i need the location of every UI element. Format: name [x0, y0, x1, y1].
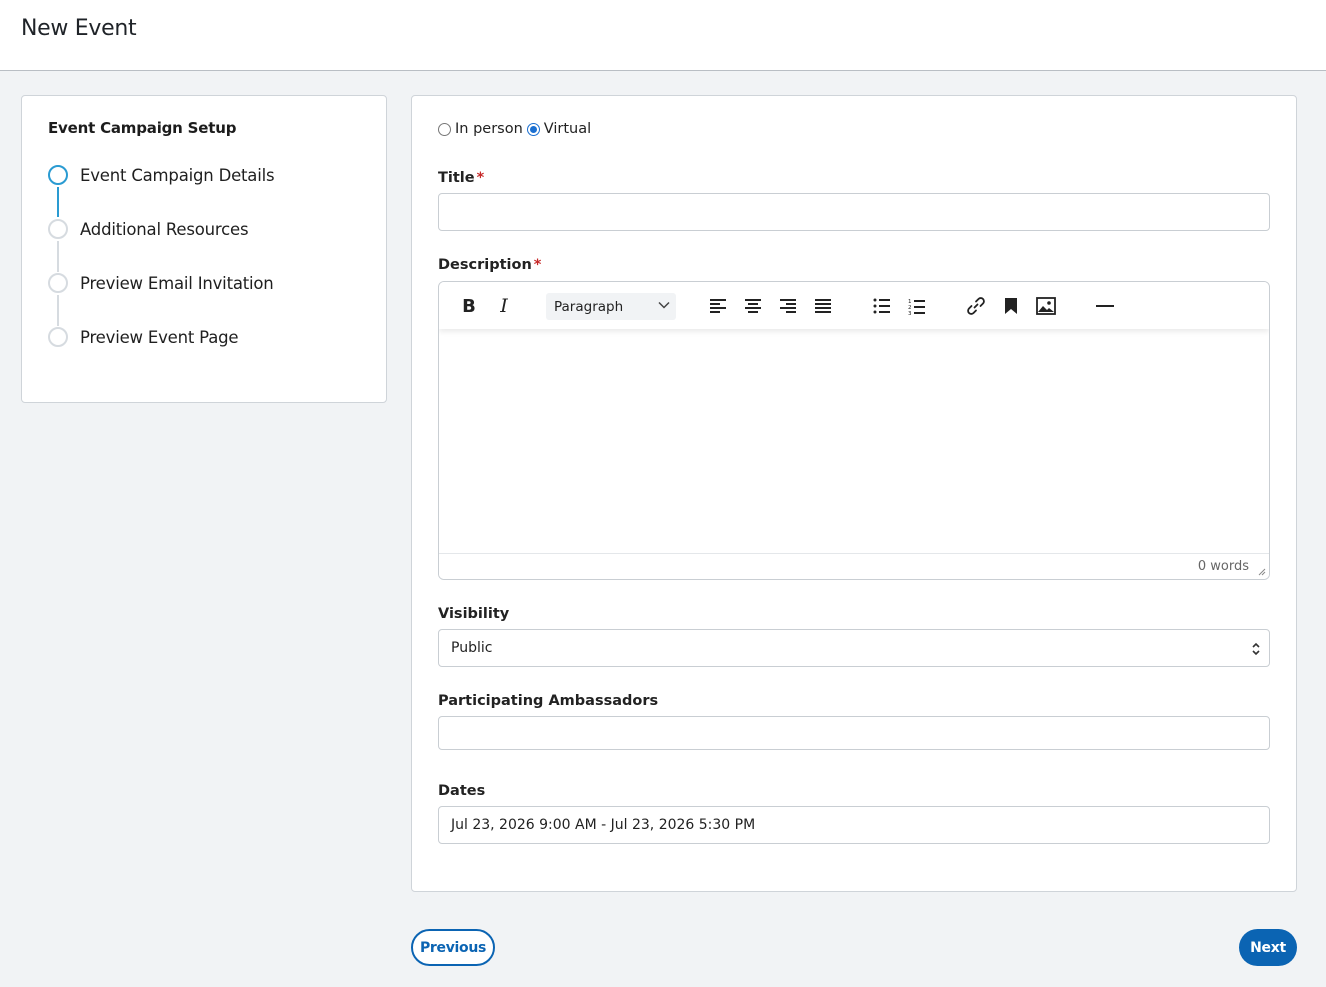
resize-handle-icon[interactable]	[1256, 566, 1266, 576]
bullet-list-icon	[873, 298, 890, 314]
steps-panel: Event Campaign Setup Event Campaign Deta…	[21, 95, 387, 403]
description-label: Description *	[438, 257, 541, 273]
align-right-button[interactable]	[776, 294, 800, 318]
align-center-button[interactable]	[741, 294, 765, 318]
event-type-radio-group: In person Virtual	[438, 121, 595, 137]
italic-button[interactable]: I	[492, 294, 516, 318]
step-indicator-icon	[48, 273, 68, 293]
top-bar: New Event	[0, 0, 1326, 71]
horizontal-rule-icon	[1096, 305, 1114, 307]
word-count: 0 words	[1197, 559, 1249, 574]
step-label: Event Campaign Details	[80, 165, 275, 185]
step-label: Additional Resources	[80, 219, 249, 239]
editor-toolbar: B I Paragraph 1 2 3	[439, 282, 1269, 329]
block-format-value: Paragraph	[554, 298, 624, 315]
step-event-campaign-details[interactable]: Event Campaign Details	[48, 164, 275, 186]
step-connector	[57, 187, 59, 217]
dates-input[interactable]: Jul 23, 2026 9:00 AM - Jul 23, 2026 5:30…	[438, 806, 1270, 844]
italic-icon: I	[500, 295, 508, 317]
editor-statusbar: 0 words	[439, 553, 1269, 579]
step-connector	[57, 241, 59, 272]
bold-icon: B	[462, 295, 476, 317]
step-indicator-icon	[48, 327, 68, 347]
block-format-select[interactable]: Paragraph	[546, 293, 676, 320]
align-left-button[interactable]	[706, 294, 730, 318]
required-mark: *	[476, 170, 485, 186]
image-button[interactable]	[1034, 294, 1058, 318]
description-editor: B I Paragraph 1 2 3 0 words	[438, 281, 1270, 580]
bookmark-icon	[1005, 298, 1017, 314]
align-justify-icon	[815, 299, 831, 313]
ambassadors-label: Participating Ambassadors	[438, 693, 659, 709]
virtual-radio[interactable]	[526, 122, 540, 136]
bookmark-button[interactable]	[999, 294, 1023, 318]
align-center-icon	[745, 299, 761, 313]
visibility-label: Visibility	[438, 606, 510, 622]
required-mark: *	[533, 257, 542, 273]
image-icon	[1036, 297, 1056, 315]
description-label-text: Description	[438, 257, 532, 273]
step-label: Preview Email Invitation	[80, 273, 274, 293]
chevron-down-icon	[658, 301, 670, 309]
visibility-select[interactable]: Public	[438, 629, 1270, 667]
in-person-label[interactable]: In person	[455, 121, 523, 137]
ambassadors-input[interactable]	[438, 716, 1270, 750]
step-connector	[57, 295, 59, 326]
step-preview-email-invitation[interactable]: Preview Email Invitation	[48, 272, 274, 294]
title-input[interactable]	[438, 193, 1270, 231]
description-editor-body[interactable]	[439, 329, 1269, 553]
step-label: Preview Event Page	[80, 327, 239, 347]
step-indicator-icon	[48, 165, 68, 185]
align-left-icon	[710, 299, 726, 313]
title-label: Title *	[438, 170, 484, 186]
event-form: In person Virtual Title * Description * B …	[411, 95, 1297, 892]
steps-heading: Event Campaign Setup	[48, 119, 237, 137]
next-button[interactable]: Next	[1239, 929, 1297, 966]
previous-button[interactable]: Previous	[411, 929, 495, 966]
bullet-list-button[interactable]	[870, 294, 894, 318]
virtual-label[interactable]: Virtual	[544, 121, 591, 137]
visibility-value: Public	[451, 640, 493, 656]
in-person-radio[interactable]	[438, 122, 451, 136]
bold-button[interactable]: B	[457, 294, 481, 318]
link-icon	[967, 297, 985, 315]
numbered-list-icon: 1 2 3	[908, 299, 925, 315]
link-button[interactable]	[964, 294, 988, 318]
select-arrows-icon	[1252, 642, 1260, 656]
dates-label: Dates	[438, 783, 486, 799]
step-indicator-icon	[48, 219, 68, 239]
svg-text:3: 3	[908, 311, 912, 315]
step-preview-event-page[interactable]: Preview Event Page	[48, 326, 239, 348]
step-additional-resources[interactable]: Additional Resources	[48, 218, 249, 240]
align-justify-button[interactable]	[811, 294, 835, 318]
align-right-icon	[780, 299, 796, 313]
horizontal-rule-button[interactable]	[1093, 294, 1117, 318]
numbered-list-button[interactable]: 1 2 3	[905, 294, 929, 318]
page-title: New Event	[21, 16, 137, 41]
title-label-text: Title	[438, 170, 475, 186]
